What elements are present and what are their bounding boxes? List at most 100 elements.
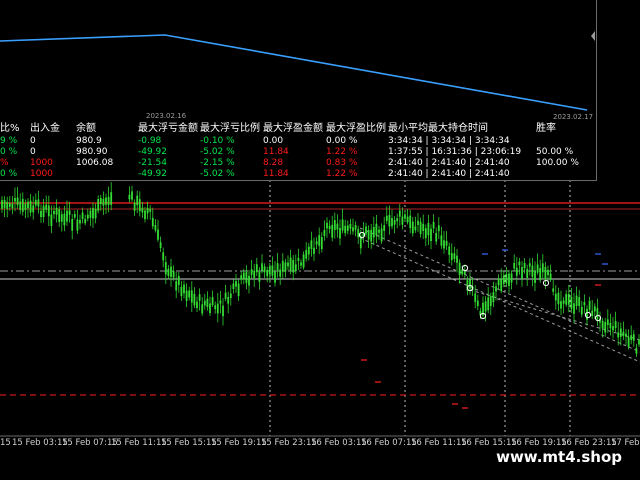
- cell: -0.10 %: [200, 136, 235, 146]
- candle-body: [573, 303, 575, 314]
- table-row: 0 % 1000 -49.92 -5.02 % 11.84 1.22 % 2:4…: [0, 169, 596, 180]
- time-axis-label: 15 Feb 15:15: [161, 438, 217, 448]
- candle-body: [489, 296, 492, 307]
- candle-body: [575, 295, 578, 307]
- candle-body: [370, 229, 373, 242]
- candle-body: [255, 264, 258, 273]
- candle-body: [435, 232, 438, 242]
- candle-body: [497, 278, 500, 286]
- candle-body: [385, 215, 388, 221]
- cell: 0 %: [0, 169, 18, 179]
- candle-body: [445, 240, 448, 246]
- candle-body: [591, 310, 594, 317]
- candle-body: [196, 301, 198, 309]
- candle-body: [619, 328, 622, 337]
- candle-body: [513, 262, 516, 269]
- candle-body: [294, 264, 297, 272]
- candle-body: [393, 220, 396, 225]
- candle-body: [263, 266, 266, 273]
- candle-body: [42, 205, 45, 218]
- candle-body: [544, 266, 547, 280]
- cell: 980.90: [76, 147, 108, 157]
- candle-body: [404, 214, 406, 219]
- candle-body: [224, 292, 227, 299]
- candle-body: [235, 281, 237, 287]
- cell: 0: [30, 147, 36, 157]
- candle-body: [292, 259, 295, 273]
- candle-body: [372, 227, 375, 238]
- candle-body: [211, 297, 214, 306]
- candle-body: [375, 223, 378, 236]
- candle-body: [502, 275, 505, 285]
- col-header: 比%: [0, 123, 20, 134]
- mt4-chart-window: 2023.02.16 2023.02.17 比% 出入金 余额 最大浮亏金额 最…: [0, 0, 640, 480]
- candle-body: [68, 210, 71, 215]
- candle-body: [164, 262, 167, 275]
- candle-body: [539, 267, 542, 281]
- candle-body: [583, 302, 586, 306]
- candle-body: [94, 208, 97, 219]
- candle-body: [149, 208, 152, 212]
- cell: -2.15 %: [200, 158, 235, 168]
- col-header: 最大浮亏金额: [138, 123, 198, 134]
- trade-marker: [542, 279, 550, 287]
- candle-body: [34, 200, 37, 206]
- panel-collapse-icon[interactable]: [590, 30, 596, 42]
- candle-body: [63, 213, 66, 226]
- candle-body: [515, 267, 518, 276]
- candle-body: [157, 229, 159, 240]
- col-header: 胜率: [536, 123, 556, 134]
- candle-body: [333, 220, 336, 231]
- cell: -21.54: [138, 158, 168, 168]
- cell: 1000: [30, 158, 53, 168]
- col-header: 最大浮盈金额: [263, 123, 323, 134]
- time-axis-label: 15 Feb 03:15: [12, 438, 68, 448]
- channel-line: [359, 237, 640, 363]
- candle-body: [8, 203, 11, 207]
- candle-body: [448, 246, 451, 255]
- candle-body: [146, 207, 149, 214]
- candle-body: [185, 290, 188, 301]
- table-row: 0 % 0 980.90 -49.92 -5.02 % 11.84 1.22 %…: [0, 147, 596, 158]
- candle-body: [3, 199, 6, 208]
- candle-body: [580, 306, 583, 315]
- candle-body: [380, 228, 383, 242]
- cell: 1006.08: [76, 158, 114, 168]
- cell: 0.00: [263, 136, 284, 146]
- time-axis-label: 15 Feb 11:15: [111, 438, 167, 448]
- candle-body: [86, 214, 89, 219]
- candle-body: [627, 337, 630, 348]
- candle-body: [505, 273, 508, 284]
- candle-body: [528, 263, 531, 267]
- candle-body: [154, 225, 157, 231]
- candle-body: [469, 279, 471, 289]
- candle-body: [398, 210, 401, 217]
- candle-body: [1, 200, 3, 209]
- cell: %: [0, 158, 9, 168]
- candle-body: [326, 222, 328, 229]
- candle-body: [222, 305, 224, 317]
- candle-body: [167, 268, 170, 276]
- candle-body: [261, 263, 263, 271]
- candle-body: [242, 272, 245, 279]
- candle-body: [612, 326, 614, 331]
- candle-body: [625, 333, 627, 337]
- cell: 11.84: [263, 169, 289, 179]
- candle-body: [58, 209, 61, 222]
- candle-body: [414, 226, 417, 231]
- candle-body: [138, 199, 141, 212]
- time-axis-label: 15: [0, 438, 11, 448]
- candle-body: [518, 261, 521, 266]
- candle-body: [388, 214, 391, 227]
- time-axis-label: 16 Feb 03:15: [311, 438, 367, 448]
- col-header: 最大浮亏比例: [200, 123, 260, 134]
- candle-body: [547, 269, 549, 276]
- candle-body: [144, 210, 146, 220]
- candle-body: [346, 225, 349, 231]
- candle-body: [352, 227, 354, 232]
- candle-body: [29, 200, 32, 213]
- equity-line: [0, 34, 588, 111]
- candle-body: [406, 216, 409, 223]
- candle-body: [562, 300, 565, 304]
- candle-body: [190, 290, 193, 303]
